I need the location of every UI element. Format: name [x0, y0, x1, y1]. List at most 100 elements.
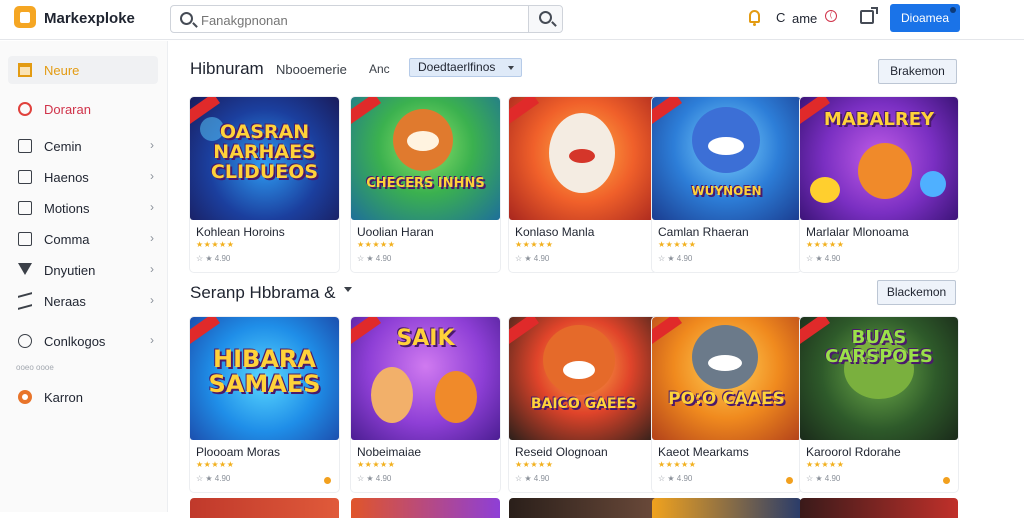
sidebar-item-label: Dnyutien	[44, 263, 96, 278]
star-rating: ★★★★★	[515, 460, 554, 469]
rating-meta: ☆ ★ 4.90	[196, 254, 231, 263]
top-bar: Markexploke C ame ( Dioamea	[0, 0, 1024, 40]
rating-meta: ☆ ★ 4.90	[357, 254, 392, 263]
cat-mouth	[569, 149, 595, 163]
game-card[interactable]: OASRAN NARHAES CLIDUEOS Kohlean Horoins …	[190, 97, 339, 272]
game-art: OASRAN NARHAES CLIDUEOS	[190, 97, 339, 220]
chevron-right-icon: ›	[150, 293, 154, 307]
brand-name[interactable]: Markexploke	[44, 10, 135, 27]
game-art: HIBARA SAMAES	[190, 317, 339, 440]
chevron-right-icon: ›	[150, 138, 154, 152]
rating-meta: ☆ ★ 4.90	[658, 254, 693, 263]
rating-meta: ☆ ★ 4.90	[806, 474, 841, 483]
art-title: BUAS CARSPOES	[825, 327, 933, 367]
see-all-button[interactable]: Blackemon	[877, 280, 956, 305]
rating-meta: ☆ ★ 4.90	[515, 474, 550, 483]
game-title: Uoolian Haran	[357, 225, 434, 239]
search-input[interactable]	[201, 10, 521, 30]
drop-icon	[18, 102, 32, 116]
game-card[interactable]: Konlaso Manla ★★★★★ ☆ ★ 4.90	[509, 97, 658, 272]
section-title: Seranp Hbbrama &	[190, 283, 336, 302]
star-rating: ★★★★★	[515, 240, 554, 249]
sidebar-item-label: Conlkogos	[44, 334, 106, 349]
brand-logo-icon[interactable]	[14, 6, 36, 28]
game-art: SAIK	[351, 317, 500, 440]
main-content: Hibnuram Nbooemerie Anc Doedtaerlfinos B…	[168, 41, 1024, 518]
user-name[interactable]: ame	[792, 11, 817, 26]
art-title: WUYNOEN	[691, 184, 762, 198]
wolf-smile	[708, 355, 742, 371]
header-primary-button[interactable]: Dioamea	[890, 4, 960, 32]
game-card-peek[interactable]	[190, 498, 339, 518]
game-card[interactable]: BAICO GAEES Reseid Olognoan ★★★★★ ☆ ★ 4.…	[509, 317, 658, 492]
sidebar-item-label: Neure	[44, 63, 80, 78]
box-icon	[18, 170, 32, 184]
fox-smile	[563, 361, 595, 379]
sidebar-item-7[interactable]: Neraas ›	[8, 287, 158, 315]
sort-dropdown[interactable]: Doedtaerlfinos	[409, 58, 522, 77]
sidebar-item-label: Cemin	[44, 139, 82, 154]
search-button[interactable]	[528, 6, 562, 32]
send-icon	[18, 292, 32, 310]
sidebar-item-5[interactable]: Comma ›	[8, 225, 158, 253]
tab-1[interactable]: Nbooemerie	[276, 62, 347, 77]
notification-badge[interactable]: (	[825, 10, 837, 22]
art-title: MABALREY	[823, 109, 935, 130]
sidebar-item-6[interactable]: Dnyutien ›	[8, 256, 158, 284]
game-art: WUYNOEN	[652, 97, 801, 220]
game-card[interactable]: PO:O CAAES Kaeot Mearkams ★★★★★ ☆ ★ 4.90	[652, 317, 801, 492]
sidebar-item-2[interactable]: Cemin ›	[8, 132, 158, 160]
sidebar-item-1[interactable]: Doraran	[8, 95, 158, 123]
sidebar-section-label: ooeo oooe	[16, 363, 54, 372]
bell-icon[interactable]	[749, 10, 760, 26]
sidebar-item-label: Motions	[44, 201, 90, 216]
wolf-smile	[708, 137, 744, 155]
sidebar: Neure Doraran Cemin › Haenos › Motions ›…	[0, 41, 168, 512]
rating-meta: ☆ ★ 4.90	[357, 474, 392, 483]
sidebar-item-label: Haenos	[44, 170, 89, 185]
character-right	[435, 371, 477, 423]
sidebar-item-label: Doraran	[44, 102, 91, 117]
user-initial[interactable]: C	[776, 10, 785, 25]
chevron-right-icon: ›	[150, 333, 154, 347]
game-card-peek[interactable]	[351, 498, 500, 518]
game-title: Marlalar Mlonoama	[806, 225, 909, 239]
circle-icon	[18, 334, 32, 348]
sidebar-item-3[interactable]: Haenos ›	[8, 163, 158, 191]
game-card[interactable]: BUAS CARSPOES Karoorol Rdorahe ★★★★★ ☆ ★…	[800, 317, 958, 492]
sidebar-item-4[interactable]: Motions ›	[8, 194, 158, 222]
sidebar-item-8[interactable]: Conlkogos ›	[8, 327, 158, 355]
ribbon-badge	[652, 97, 683, 125]
game-art: CHECERS INHNS	[351, 97, 500, 220]
game-art	[509, 97, 658, 220]
rating-meta: ☆ ★ 4.90	[196, 474, 231, 483]
game-art: BUAS CARSPOES	[800, 317, 958, 440]
game-card-peek[interactable]	[652, 498, 801, 518]
side-character	[810, 177, 840, 203]
tab-2[interactable]: Anc	[369, 62, 390, 76]
chevron-down-icon[interactable]	[344, 287, 352, 292]
chevron-right-icon: ›	[150, 231, 154, 245]
game-card[interactable]: CHECERS INHNS Uoolian Haran ★★★★★ ☆ ★ 4.…	[351, 97, 500, 272]
game-card[interactable]: SAIK Nobeimaiae ★★★★★ ☆ ★ 4.90	[351, 317, 500, 492]
orange-icon	[18, 390, 32, 404]
game-card[interactable]: HIBARA SAMAES Ploooam Moras ★★★★★ ☆ ★ 4.…	[190, 317, 339, 492]
game-card-peek[interactable]	[509, 498, 658, 518]
game-card[interactable]: MABALREY Marlalar Mlonoama ★★★★★ ☆ ★ 4.9…	[800, 97, 958, 272]
cart-icon[interactable]	[860, 7, 878, 24]
sidebar-item-home[interactable]: Neure	[8, 56, 158, 84]
see-all-button[interactable]: Brakemon	[878, 59, 957, 84]
search-icon	[180, 12, 193, 25]
game-card[interactable]: WUYNOEN Camlan Rhaeran ★★★★★ ☆ ★ 4.90	[652, 97, 801, 272]
game-card-peek[interactable]	[800, 498, 958, 518]
chevron-right-icon: ›	[150, 169, 154, 183]
game-title: Reseid Olognoan	[515, 445, 608, 459]
art-title: BAICO GAEES	[530, 396, 637, 412]
fox-character	[543, 325, 615, 395]
orb	[920, 171, 946, 197]
game-art: BAICO GAEES	[509, 317, 658, 440]
sidebar-item-label: Comma	[44, 232, 90, 247]
sidebar-item-9[interactable]: Karron	[8, 383, 158, 411]
game-title: Camlan Rhaeran	[658, 225, 749, 239]
art-title: OASRAN NARHAES CLIDUEOS	[210, 121, 319, 183]
